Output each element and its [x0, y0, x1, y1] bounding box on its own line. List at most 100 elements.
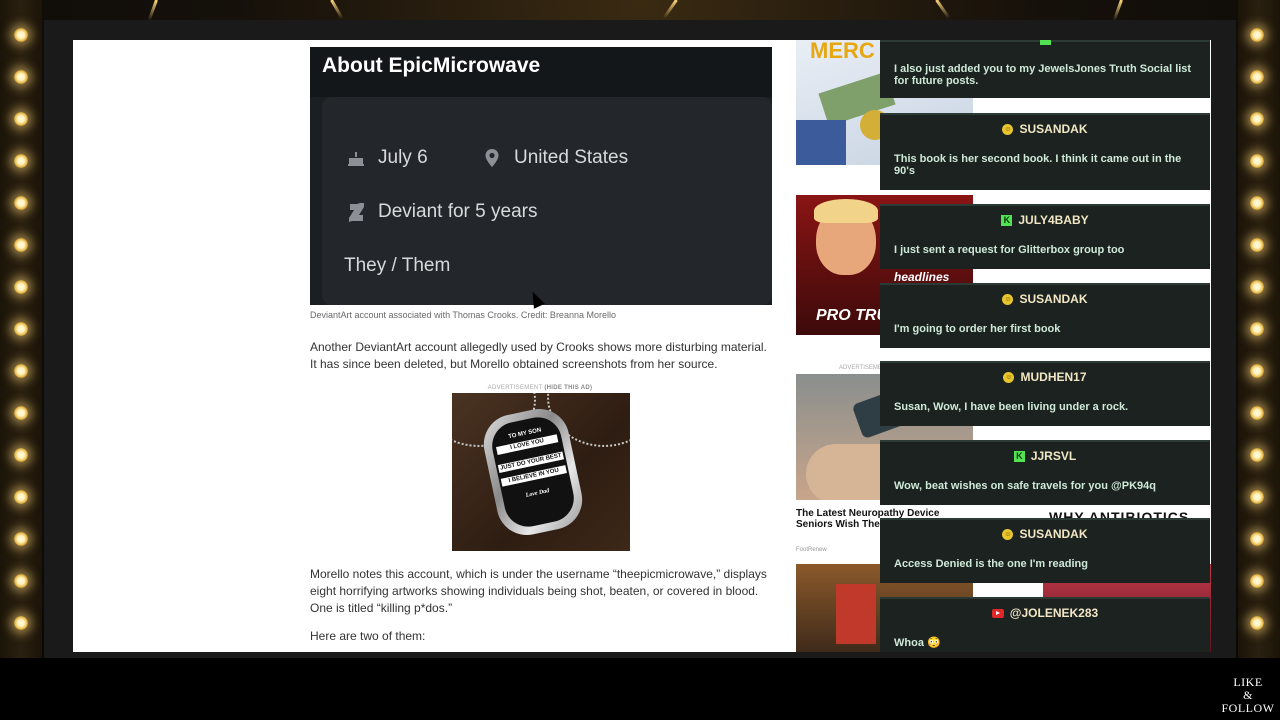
article-paragraph: Another DeviantArt account allegedly use… [310, 340, 767, 371]
dogtag-line: Love Dad [525, 488, 550, 499]
marquee-bulb [14, 322, 28, 336]
location-text: United States [514, 147, 629, 168]
deviantart-logo-icon [349, 203, 364, 222]
marquee-bulb [1250, 28, 1264, 42]
marquee-bulb [1250, 196, 1264, 210]
chat-message-text: Susan, Wow, I have been living under a r… [894, 401, 1129, 413]
marquee-bulb [1250, 364, 1264, 378]
rumble-icon: ☺ [1002, 123, 1014, 135]
ad-label-text: ADVERTISEMENT [487, 385, 543, 391]
marquee-bulb [1250, 406, 1264, 420]
image-caption: DeviantArt account associated with Thoma… [310, 310, 616, 320]
rumble-icon: ☺ [1002, 293, 1014, 305]
chat-author: ☺ SUSANDAK [880, 117, 1210, 141]
chat-message-text: Access Denied is the one I'm reading [894, 558, 1088, 570]
kick-icon [1039, 40, 1051, 45]
chat-message: K JULY4BABY I just sent a request for Gli… [880, 204, 1210, 269]
merch-ad-text: MERC [810, 40, 875, 63]
marquee-bulb [1250, 322, 1264, 336]
light-ray [1112, 0, 1123, 22]
marquee-bulb [14, 112, 28, 126]
location-pin-icon [485, 149, 499, 167]
marquee-bulb [14, 574, 28, 588]
chat-author: ☺ MUDHEN17 [880, 365, 1210, 389]
birthday-text: July 6 [378, 147, 428, 168]
chat-message-text: I just sent a request for Glitterbox gro… [894, 244, 1125, 256]
chat-username: SUSANDAK [1019, 292, 1088, 306]
light-ray [935, 0, 951, 19]
deviantart-profile-image: About EpicMicrowave July 6 United States… [310, 47, 772, 305]
marquee-bulb [1250, 490, 1264, 504]
chat-username: JJRSVL [1030, 449, 1077, 463]
cake-icon [348, 152, 364, 166]
chat-author: K JULY4BABY [880, 208, 1210, 232]
chat-author: K JJRSVL [880, 444, 1210, 468]
marquee-bulb [14, 406, 28, 420]
marquee-bulb [14, 238, 28, 252]
chat-username: SUSANDAK [1019, 527, 1088, 541]
pronouns-text: They / Them [344, 255, 451, 276]
pro-trump-text: PRO TRU [816, 307, 888, 324]
marquee-bulb [14, 154, 28, 168]
marquee-bulb [1250, 238, 1264, 252]
follow-text: FOLLOW [1221, 701, 1275, 715]
chat-username: JULY4BABY [1018, 213, 1089, 227]
marquee-bulb [14, 448, 28, 462]
marquee-bulb [14, 70, 28, 84]
marquee-bulb [14, 490, 28, 504]
game-graphic [836, 584, 876, 644]
chat-message: ☺ SUSANDAK I'm going to order her first b… [880, 283, 1210, 348]
marquee-bulb [1250, 154, 1264, 168]
marquee-bulb [1250, 574, 1264, 588]
marquee-bulb [14, 280, 28, 294]
ad-source: FootRenew [796, 547, 827, 553]
marquee-bulb [14, 616, 28, 630]
chat-message-text: I also just added you to my JewelsJones … [894, 63, 1192, 87]
light-ray [330, 0, 344, 20]
kick-icon: K [1001, 214, 1013, 226]
headlines-banner: headlines [894, 270, 950, 284]
chat-username: MUDHEN17 [1020, 370, 1087, 384]
like-follow-overlay: LIKE & FOLLOW [1218, 676, 1278, 715]
pronouns-row: They / Them [344, 255, 450, 277]
marquee-bulb [14, 196, 28, 210]
light-ray [147, 0, 158, 22]
deviant-since-text: Deviant for 5 years [378, 201, 538, 222]
chat-message: ☺ SUSANDAK This book is her second book. … [880, 113, 1210, 190]
ad-label: ADVERTISEMENT (HIDE THIS AD) [452, 385, 628, 391]
chat-username: SUSANDAK [1019, 122, 1088, 136]
chat-author: ☺ SUSANDAK [880, 522, 1210, 546]
chat-message-text: I'm going to order her first book [894, 323, 1061, 335]
birthday-row: July 6 [346, 147, 428, 169]
marquee-bulb [14, 28, 28, 42]
marquee-bulb [1250, 616, 1264, 630]
marquee-bulb [14, 364, 28, 378]
rumble-icon: ☺ [1003, 371, 1015, 383]
chat-message: @JOLENEK283 Whoa 😳 [880, 597, 1210, 652]
hair-graphic [814, 199, 878, 223]
light-ray [662, 0, 678, 19]
chat-message-text: Wow, beat wishes on safe travels for you… [894, 480, 1156, 492]
hide-ad-link[interactable]: (HIDE THIS AD) [544, 385, 592, 391]
chat-message: ☺ SUSANDAK Access Denied is the one I'm r… [880, 518, 1210, 583]
rumble-icon: ☺ [1002, 528, 1014, 540]
dogtag-ad-image[interactable]: TO MY SON I LOVE YOU JUST DO YOUR BEST I… [452, 393, 630, 551]
chat-message-text: Whoa 😳 [894, 637, 941, 649]
article-paragraph: Morello notes this account, which is und… [310, 567, 767, 615]
marquee-bulb [1250, 70, 1264, 84]
chat-author: ☺ SUSANDAK [880, 287, 1210, 311]
marquee-bulb [14, 532, 28, 546]
chat-message: K JJRSVL Wow, beat wishes on safe travels… [880, 440, 1210, 505]
marquee-bulb [1250, 112, 1264, 126]
profile-card-title: About EpicMicrowave [322, 54, 541, 77]
chat-username: @JOLENEK283 [1009, 606, 1099, 620]
marquee-bulb [1250, 280, 1264, 294]
marquee-bulb [1250, 532, 1264, 546]
deviant-since-row: Deviant for 5 years [346, 201, 537, 223]
kick-icon: K [1013, 450, 1025, 462]
chat-message: I also just added you to my JewelsJones … [880, 40, 1210, 98]
chat-message-text: This book is her second book. I think it… [894, 153, 1182, 177]
youtube-icon [991, 608, 1004, 618]
chat-author: @JOLENEK283 [880, 601, 1210, 625]
shirt-graphic [796, 120, 846, 165]
